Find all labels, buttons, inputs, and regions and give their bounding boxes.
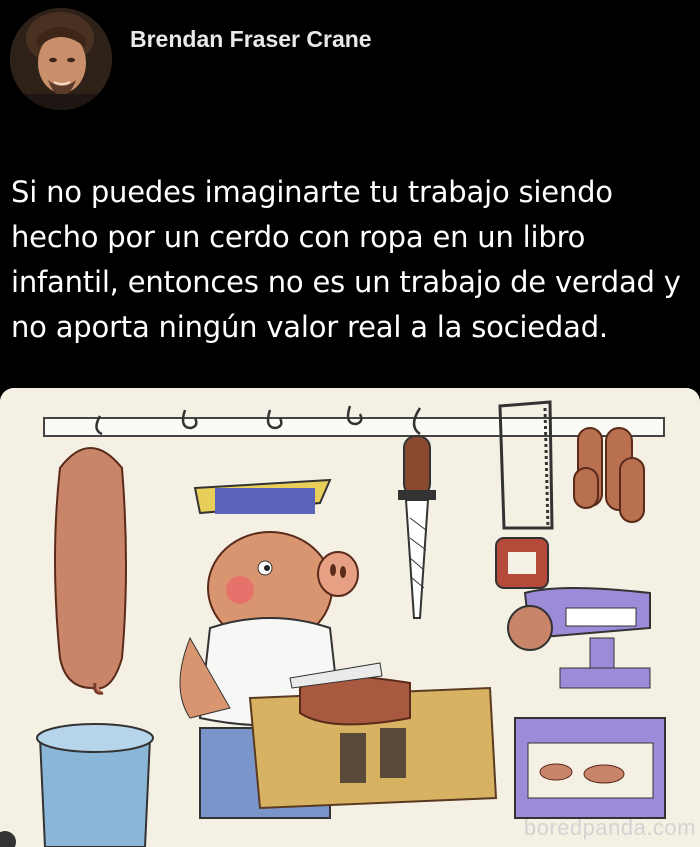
post-text: Si no puedes imaginarte tu trabajo siend… — [11, 175, 681, 344]
author-name[interactable]: Brendan Fraser Crane — [130, 26, 372, 53]
post-image[interactable]: boredpanda.com — [0, 388, 700, 847]
avatar-portrait-icon — [10, 8, 112, 110]
avatar[interactable] — [10, 8, 112, 110]
butcher-pig-illustration-icon — [0, 388, 700, 847]
watermark: boredpanda.com — [523, 815, 696, 840]
post-header: Brendan Fraser Crane — [0, 0, 700, 120]
